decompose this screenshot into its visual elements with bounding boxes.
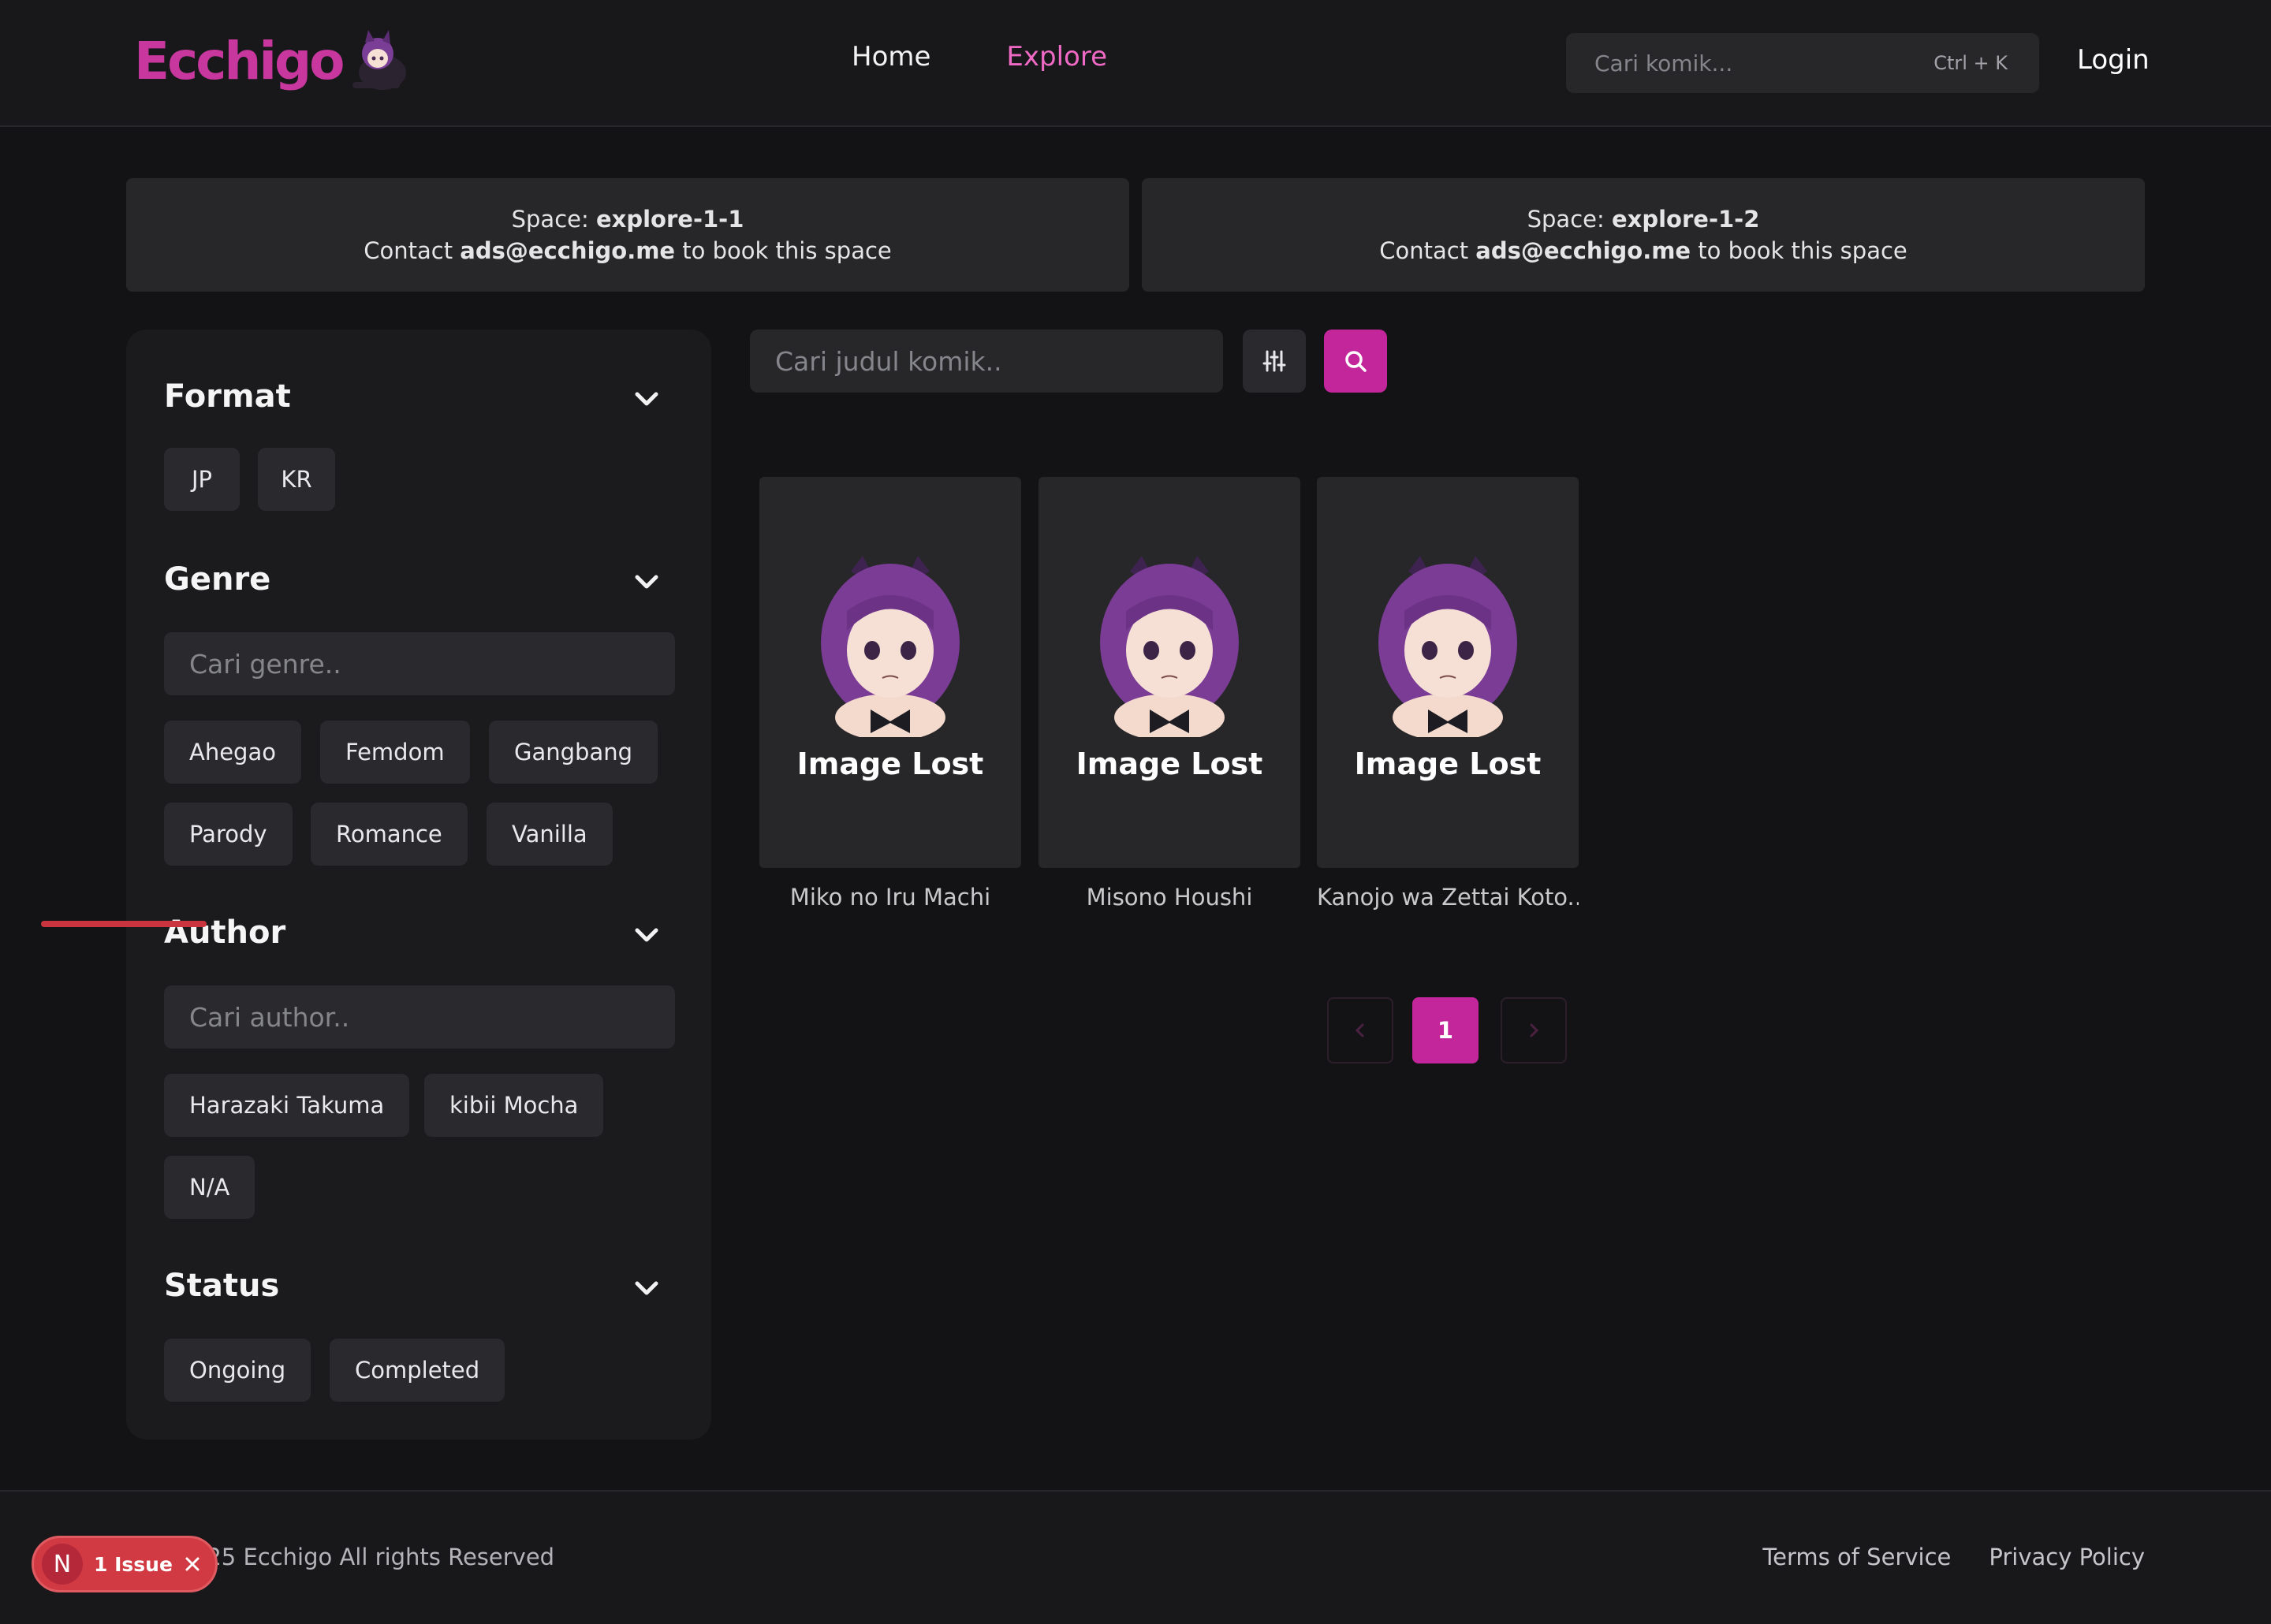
ad-contact-suffix: to book this space [1691,237,1907,264]
filter-toggle-button[interactable] [1243,330,1306,393]
author-chip[interactable]: Harazaki Takuma [164,1074,410,1137]
header-search-input[interactable]: Cari komik... Ctrl + K [1566,33,2039,93]
nav-explore[interactable]: Explore [1006,41,1107,73]
chevron-down-icon[interactable] [631,383,662,415]
image-lost-mascot-icon [821,556,960,737]
sliders-icon [1262,350,1286,372]
comic-cover[interactable]: Image Lost [1317,477,1579,868]
nav-home[interactable]: Home [852,41,930,73]
site-footer: ight 2025 Ecchigo All rights Reserved Te… [0,1490,2271,1624]
image-lost-label: Image Lost [796,747,984,781]
logo-text: Ecchigo [134,31,345,91]
comic-card[interactable]: Image Lost Miko no Iru Machi [759,477,1021,911]
nextjs-logo-icon: N [42,1544,83,1585]
search-submit-button[interactable] [1324,330,1387,393]
genre-chip[interactable]: Ahegao [164,721,301,784]
privacy-link[interactable]: Privacy Policy [1989,1544,2145,1570]
genre-search-input[interactable]: Cari genre.. [164,632,675,695]
top-header: Ecchigo Home Explore Cari komik... Ctrl … [0,0,2271,127]
genre-chip[interactable]: Gangbang [489,721,658,784]
comic-card[interactable]: Image Lost Misono Houshi [1039,477,1300,911]
status-chip-completed[interactable]: Completed [330,1339,505,1402]
chevron-down-icon[interactable] [631,1272,662,1304]
terms-link[interactable]: Terms of Service [1762,1544,1951,1570]
comic-title[interactable]: Miko no Iru Machi [759,884,1021,911]
ad-prefix: Space: [511,206,596,233]
ad-contact-line: Contact ads@ecchigo.me to book this spac… [364,235,892,266]
login-button[interactable]: Login [2077,44,2150,76]
genre-chip[interactable]: Vanilla [487,803,613,866]
ad-space-id: explore-1-2 [1611,206,1760,233]
genre-title: Genre [164,561,271,598]
comic-card[interactable]: Image Lost Kanojo wa Zettai Koto... [1317,477,1579,911]
ad-prefix: Space: [1527,206,1612,233]
close-icon[interactable] [184,1555,201,1573]
format-title: Format [164,378,291,415]
ad-contact-prefix: Contact [1379,237,1476,264]
genre-chip[interactable]: Parody [164,803,293,866]
ad-space-label: Space: explore-1-1 [512,203,744,235]
toast-progress-bar [41,921,207,927]
author-title: Author [164,914,286,951]
pagination-prev-button[interactable] [1327,997,1393,1063]
image-lost-label: Image Lost [1076,747,1263,781]
format-chip-kr[interactable]: KR [258,448,335,511]
mascot-icon [352,29,406,90]
ad-space-label: Space: explore-1-2 [1527,203,1760,235]
comic-cover[interactable]: Image Lost [759,477,1021,868]
comic-title-search-input[interactable]: Cari judul komik.. [750,330,1223,393]
comic-title[interactable]: Kanojo wa Zettai Koto... [1317,884,1579,911]
ad-email: ads@ecchigo.me [1475,237,1691,264]
ad-contact-line: Contact ads@ecchigo.me to book this spac… [1379,235,1907,266]
image-lost-mascot-icon [1100,556,1239,737]
dev-issues-badge[interactable]: N 1 Issue [32,1536,218,1592]
genre-chip[interactable]: Romance [311,803,468,866]
ad-space-id: explore-1-1 [595,206,744,233]
ad-contact-suffix: to book this space [675,237,892,264]
chevron-right-icon [1530,1023,1539,1037]
pagination-next-button[interactable] [1501,997,1567,1063]
ad-space-2: Space: explore-1-2 Contact ads@ecchigo.m… [1142,178,2145,292]
genre-chip[interactable]: Femdom [320,721,470,784]
main-nav: Home Explore [852,41,1107,73]
comic-cover[interactable]: Image Lost [1039,477,1300,868]
author-chip[interactable]: N/A [164,1156,255,1219]
search-shortcut-hint: Ctrl + K [1934,52,2008,74]
image-lost-label: Image Lost [1354,747,1542,781]
chevron-down-icon[interactable] [631,566,662,598]
status-chip-ongoing[interactable]: Ongoing [164,1339,311,1402]
status-title: Status [164,1268,280,1304]
chevron-left-icon [1355,1023,1364,1037]
issue-count-label: 1 Issue [94,1552,173,1576]
author-search-input[interactable]: Cari author.. [164,985,675,1049]
author-chip[interactable]: kibii Mocha [424,1074,604,1137]
ad-space-1: Space: explore-1-1 Contact ads@ecchigo.m… [126,178,1129,292]
ad-contact-prefix: Contact [364,237,461,264]
search-icon [1345,351,1367,372]
image-lost-mascot-icon [1378,556,1517,737]
ad-email: ads@ecchigo.me [460,237,676,264]
format-chip-jp[interactable]: JP [164,448,240,511]
header-search-placeholder: Cari komik... [1594,50,1733,76]
chevron-down-icon[interactable] [631,919,662,951]
site-logo[interactable]: Ecchigo [134,24,416,99]
filter-sidebar: Format JP KR Genre Cari genre.. Ahegao F… [126,330,711,1440]
comic-title[interactable]: Misono Houshi [1039,884,1300,911]
pagination-page-current[interactable]: 1 [1412,997,1479,1063]
footer-links: Terms of Service Privacy Policy [1762,1544,2145,1570]
